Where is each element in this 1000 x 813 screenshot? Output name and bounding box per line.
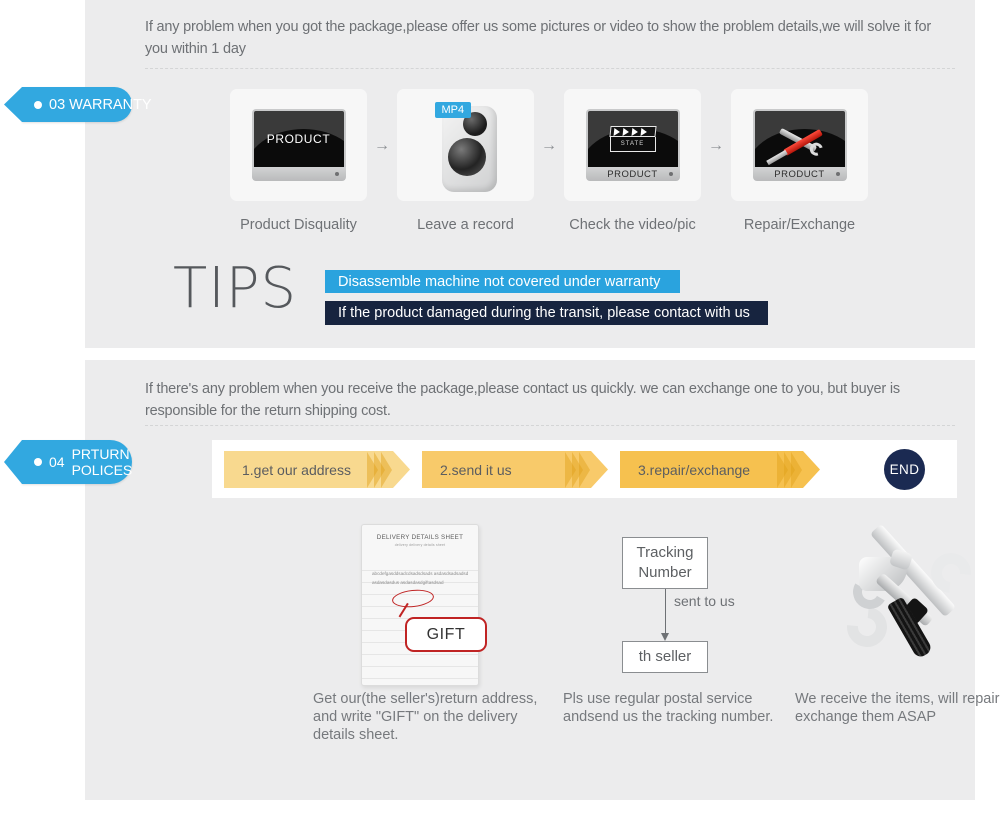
connector-label: sent to us (674, 593, 735, 609)
monitor-base: PRODUCT (585, 167, 680, 181)
monitor-base (251, 167, 346, 181)
sheet-subtitle: delivery delivery details sheet (394, 543, 446, 547)
returns-flow-band: 1.get our address 2.send it us 3.repair/… (212, 440, 957, 498)
returns-column-1-caption: Get our(the seller's)return address, and… (313, 691, 538, 743)
leave-a-record-tile: MP4 (397, 89, 534, 201)
badge-returns-label-line1: PRTURN (71, 446, 130, 462)
monitor-clapper-icon: STATE PRODUCT (585, 109, 680, 181)
clapper-top (608, 126, 657, 137)
recorder-large-lens-icon (447, 138, 486, 176)
delivery-details-sheet-icon: DELIVERY DETAILS SHEET delivery delivery… (361, 524, 479, 686)
badge-returns: 04 PRTURN POLICES (22, 440, 132, 484)
bullet-dot-icon (34, 458, 42, 466)
tools-art (775, 520, 1000, 690)
warranty-steps: PRODUCT Product Disquality → MP4 Leave a… (230, 89, 1000, 239)
returns-intro-text: If there's any problem when you receive … (145, 381, 900, 419)
tips-row: TIPS Disassemble machine not covered und… (85, 256, 975, 328)
returns-flow-step-2[interactable]: 2.send it us (422, 451, 608, 488)
monitor-base-label: PRODUCT (774, 168, 825, 180)
returns-divider (145, 425, 955, 426)
returns-flow-step-2-label: 2.send it us (440, 461, 512, 478)
check-video-pic-tile: STATE PRODUCT (564, 89, 701, 201)
warranty-intro-text: If any problem when you got the package,… (145, 19, 931, 57)
tracking-connector: sent to us (622, 589, 735, 641)
warranty-step-4-label: Repair/Exchange (743, 217, 856, 233)
hammer-wrench-screwdriver-icon (835, 523, 985, 665)
returns-flow-end-badge: END (884, 449, 925, 490)
tracking-number-diagram: Tracking Number sent to us th seller (622, 537, 735, 673)
returns-columns: DELIVERY DETAILS SHEET delivery delivery… (170, 520, 1000, 780)
badge-warranty: 03 WARRANTY (22, 87, 152, 122)
flow-arrow-1-icon: → (374, 137, 390, 154)
monitor-base-label: PRODUCT (607, 168, 658, 180)
connector-line (665, 589, 666, 633)
returns-column-3-caption: We receive the items, will repair or exc… (795, 691, 1000, 725)
mp4-tag-label: MP4 (434, 102, 472, 118)
warranty-step-1: PRODUCT Product Disquality (230, 89, 367, 233)
returns-column-2-caption: Pls use regular postal service andsend u… (563, 691, 774, 725)
warranty-step-4: PRODUCT Repair/Exchange (731, 89, 868, 233)
warranty-step-2: MP4 Leave a record (397, 89, 534, 233)
returns-column-2: Tracking Number sent to us th seller Pls… (555, 520, 775, 726)
badge-returns-number: 04 (49, 454, 65, 470)
gift-callout-bubble: GIFT (405, 617, 487, 652)
badge-warranty-number: 03 (49, 96, 66, 113)
returns-section: If there's any problem when you receive … (85, 360, 1000, 800)
led-indicator-icon (334, 172, 339, 176)
chevron-feathers-icon (569, 451, 590, 488)
screen-label: PRODUCT (266, 132, 331, 146)
delivery-sheet-art: DELIVERY DETAILS SHEET delivery delivery… (295, 520, 545, 690)
flow-arrow-3-icon: → (708, 137, 724, 154)
tracking-diagram-art: Tracking Number sent to us th seller (555, 520, 775, 690)
warranty-step-1-label: Product Disquality (240, 217, 357, 233)
badge-returns-label: PRTURN POLICES (72, 446, 133, 478)
monitor-screen (752, 109, 847, 167)
monitor-screen: PRODUCT (251, 109, 346, 167)
seller-box: th seller (622, 641, 708, 673)
bullet-dot-icon (34, 100, 42, 109)
clapperboard-icon: STATE (608, 126, 657, 152)
returns-flow-step-3-label: 3.repair/exchange (638, 461, 751, 478)
returns-flow-step-1[interactable]: 1.get our address (224, 451, 410, 488)
tips-line-2: If the product damaged during the transi… (325, 301, 768, 325)
monitor-screen: STATE (585, 109, 680, 167)
monitor-product-icon: PRODUCT (251, 109, 346, 181)
tips-title: TIPS (173, 256, 298, 321)
monitor-tools-icon: PRODUCT (752, 109, 847, 181)
led-indicator-icon (668, 172, 673, 176)
chevron-feathers-icon (781, 451, 802, 488)
badge-warranty-label: WARRANTY (69, 96, 152, 113)
product-disquality-tile: PRODUCT (230, 89, 367, 201)
warranty-step-3-label: Check the video/pic (569, 217, 696, 233)
tips-line-1: Disassemble machine not covered under wa… (325, 270, 680, 293)
repair-exchange-tile: PRODUCT (731, 89, 868, 201)
screwdriver-wrench-icon (770, 119, 830, 159)
monitor-base: PRODUCT (752, 167, 847, 181)
arrow-down-icon (661, 633, 669, 641)
sheet-body-text: abcdefgasddsadcdsadsdsads asdasdsadsadsd… (372, 571, 469, 585)
sheet-title: DELIVERY DETAILS SHEET (376, 534, 464, 541)
mp4-recorder-icon: MP4 (434, 98, 497, 192)
chevron-feathers-icon (371, 451, 392, 488)
warranty-divider (145, 68, 955, 69)
delivery-sheet-wrap: DELIVERY DETAILS SHEET delivery delivery… (361, 524, 487, 686)
clapper-body: STATE (609, 137, 656, 152)
warranty-step-3: STATE PRODUCT Check the video/pic (564, 89, 701, 233)
led-indicator-icon (835, 172, 840, 176)
flow-arrow-2-icon: → (541, 137, 557, 154)
returns-flow-step-1-label: 1.get our address (242, 461, 351, 478)
returns-column-3: We receive the items, will repair or exc… (775, 520, 1000, 726)
tracking-number-box: Tracking Number (622, 537, 708, 589)
warranty-step-2-label: Leave a record (417, 217, 514, 233)
badge-returns-label-line2: POLICES (71, 462, 133, 478)
returns-column-1: DELIVERY DETAILS SHEET delivery delivery… (295, 520, 545, 744)
returns-flow-step-3[interactable]: 3.repair/exchange (620, 451, 820, 488)
